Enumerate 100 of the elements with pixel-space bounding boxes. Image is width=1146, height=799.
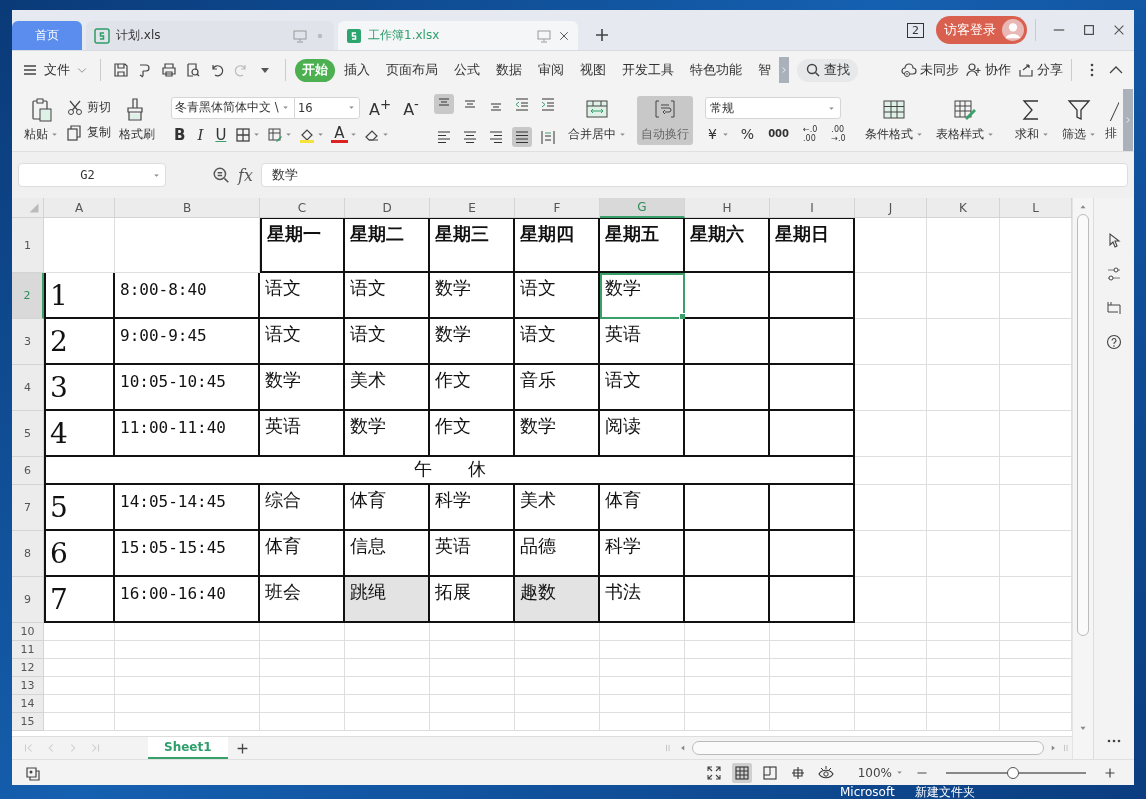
table-cell[interactable]: 数学 bbox=[515, 411, 600, 457]
column-header[interactable]: D bbox=[345, 198, 430, 218]
table-cell[interactable]: 英语 bbox=[430, 531, 515, 577]
toolbar-action[interactable]: 分享 bbox=[1018, 61, 1063, 79]
table-cell[interactable]: 星期一 bbox=[260, 218, 345, 273]
login-button[interactable]: 访客登录 bbox=[936, 16, 1027, 44]
table-cell[interactable]: 语文 bbox=[260, 273, 345, 319]
table-cell[interactable]: 综合 bbox=[260, 485, 345, 531]
menu-tab[interactable]: 公式 bbox=[447, 58, 487, 82]
find-button[interactable]: 查找 bbox=[797, 58, 858, 82]
merge-center-button[interactable]: 合并居中 bbox=[563, 95, 631, 145]
filter-button[interactable]: 筛选 bbox=[1057, 95, 1101, 145]
table-cell[interactable]: 3 bbox=[44, 365, 115, 411]
row-header[interactable]: 5 bbox=[12, 411, 44, 457]
menu-tab[interactable]: 特色功能 bbox=[683, 58, 749, 82]
table-cell[interactable]: 音乐 bbox=[515, 365, 600, 411]
table-cell[interactable]: 5 bbox=[44, 485, 115, 531]
table-cell[interactable]: 11:00-11:40 bbox=[115, 411, 260, 457]
row-header[interactable]: 4 bbox=[12, 365, 44, 411]
add-decimal-button[interactable]: ←.0 .00 bbox=[800, 125, 821, 143]
table-cell[interactable]: 语文 bbox=[260, 319, 345, 365]
menu-tab[interactable]: 视图 bbox=[573, 58, 613, 82]
row-header[interactable]: 13 bbox=[12, 677, 44, 695]
table-cell[interactable]: 星期二 bbox=[345, 218, 430, 273]
table-cell[interactable]: 7 bbox=[44, 577, 115, 623]
menu-tab[interactable]: 插入 bbox=[337, 58, 377, 82]
grow-font-button[interactable]: A$^{+}$ bbox=[366, 96, 395, 120]
row-header[interactable]: 1 bbox=[12, 218, 44, 273]
column-header[interactable]: J bbox=[855, 198, 927, 218]
table-cell[interactable]: 英语 bbox=[600, 319, 685, 365]
table-cell[interactable]: 数学 bbox=[260, 365, 345, 411]
menu-tab[interactable]: 智 bbox=[751, 58, 778, 82]
row-header[interactable]: 14 bbox=[12, 695, 44, 713]
conditional-format-button[interactable]: 条件格式 bbox=[860, 95, 928, 145]
table-cell[interactable]: 星期日 bbox=[770, 218, 855, 273]
desktop-icon-label[interactable]: 新建文件夹 bbox=[914, 785, 975, 799]
font-color-button[interactable]: A bbox=[331, 126, 348, 144]
row-header[interactable]: 9 bbox=[12, 577, 44, 623]
table-cell[interactable]: 作文 bbox=[430, 365, 515, 411]
table-cell[interactable]: 美术 bbox=[515, 485, 600, 531]
table-cell[interactable]: 9:00-9:45 bbox=[115, 319, 260, 365]
desktop-icon-label[interactable]: Microsoft bbox=[840, 785, 895, 799]
number-format-field[interactable]: 常规 bbox=[704, 97, 841, 119]
zoom-dropdown[interactable]: 100% bbox=[857, 765, 904, 780]
table-cell[interactable]: 星期五 bbox=[600, 218, 685, 273]
shrink-font-button[interactable]: A$^{-}$ bbox=[400, 96, 422, 120]
bold-button[interactable]: B bbox=[171, 125, 189, 144]
table-cell[interactable]: 语文 bbox=[515, 319, 600, 365]
formula-field[interactable]: 数学 bbox=[260, 163, 1128, 187]
column-header[interactable]: C bbox=[260, 198, 345, 218]
table-cell[interactable]: 数学 bbox=[345, 411, 430, 457]
name-box[interactable]: G2 bbox=[18, 163, 166, 187]
paste-button[interactable]: 粘贴 bbox=[20, 95, 63, 145]
table-cell[interactable]: 星期四 bbox=[515, 218, 600, 273]
row-header[interactable]: 15 bbox=[12, 713, 44, 731]
menu-tab[interactable]: 开发工具 bbox=[615, 58, 681, 82]
row-header[interactable]: 11 bbox=[12, 641, 44, 659]
column-header[interactable]: I bbox=[770, 198, 855, 218]
column-header[interactable]: K bbox=[927, 198, 1000, 218]
percent-button[interactable]: % bbox=[737, 125, 758, 143]
table-cell[interactable]: 数学 bbox=[430, 319, 515, 365]
cut-button[interactable]: 剪切 bbox=[67, 99, 111, 116]
table-cell[interactable]: 16:00-16:40 bbox=[115, 577, 260, 623]
file-menu[interactable]: 文件 bbox=[18, 61, 92, 79]
row-header[interactable]: 10 bbox=[12, 623, 44, 641]
menu-tab[interactable]: 数据 bbox=[489, 58, 529, 82]
row-header[interactable]: 7 bbox=[12, 485, 44, 531]
sum-button[interactable]: 求和 bbox=[1010, 95, 1054, 145]
table-cell[interactable]: 1 bbox=[44, 273, 115, 319]
table-cell[interactable]: 数学 bbox=[430, 273, 515, 319]
column-header[interactable]: B bbox=[115, 198, 260, 218]
column-header[interactable]: E bbox=[430, 198, 515, 218]
italic-button[interactable]: I bbox=[194, 125, 207, 144]
table-cell[interactable]: 阅读 bbox=[600, 411, 685, 457]
menu-tab[interactable]: 审阅 bbox=[531, 58, 571, 82]
window-count-badge[interactable]: 2 bbox=[907, 22, 924, 38]
table-cell[interactable]: 体育 bbox=[260, 531, 345, 577]
table-cell[interactable]: 4 bbox=[44, 411, 115, 457]
table-cell[interactable]: 星期三 bbox=[430, 218, 515, 273]
column-header[interactable]: A bbox=[44, 198, 115, 218]
table-cell[interactable]: 语文 bbox=[345, 273, 430, 319]
table-cell[interactable]: 美术 bbox=[345, 365, 430, 411]
copy-button[interactable]: 复制 bbox=[67, 124, 111, 141]
table-cell[interactable]: 语文 bbox=[600, 365, 685, 411]
table-cell[interactable]: 科学 bbox=[430, 485, 515, 531]
table-cell[interactable]: 英语 bbox=[260, 411, 345, 457]
column-header[interactable]: H bbox=[685, 198, 770, 218]
row-header[interactable]: 8 bbox=[12, 531, 44, 577]
table-cell[interactable]: 作文 bbox=[430, 411, 515, 457]
toolbar-action[interactable]: 未同步 bbox=[901, 61, 959, 79]
table-cell[interactable]: 6 bbox=[44, 531, 115, 577]
table-cell[interactable]: 星期六 bbox=[685, 218, 770, 273]
toolbar-action[interactable]: 协作 bbox=[966, 61, 1011, 79]
remove-decimal-button[interactable]: .00 →.0 bbox=[828, 125, 849, 143]
table-cell[interactable]: 体育 bbox=[600, 485, 685, 531]
table-cell[interactable]: 科学 bbox=[600, 531, 685, 577]
underline-button[interactable]: U bbox=[212, 125, 230, 144]
table-cell[interactable]: 10:05-10:45 bbox=[115, 365, 260, 411]
wrap-text-button[interactable]: 自动换行 bbox=[636, 95, 693, 145]
table-style-button[interactable]: 表格样式 bbox=[931, 95, 999, 145]
